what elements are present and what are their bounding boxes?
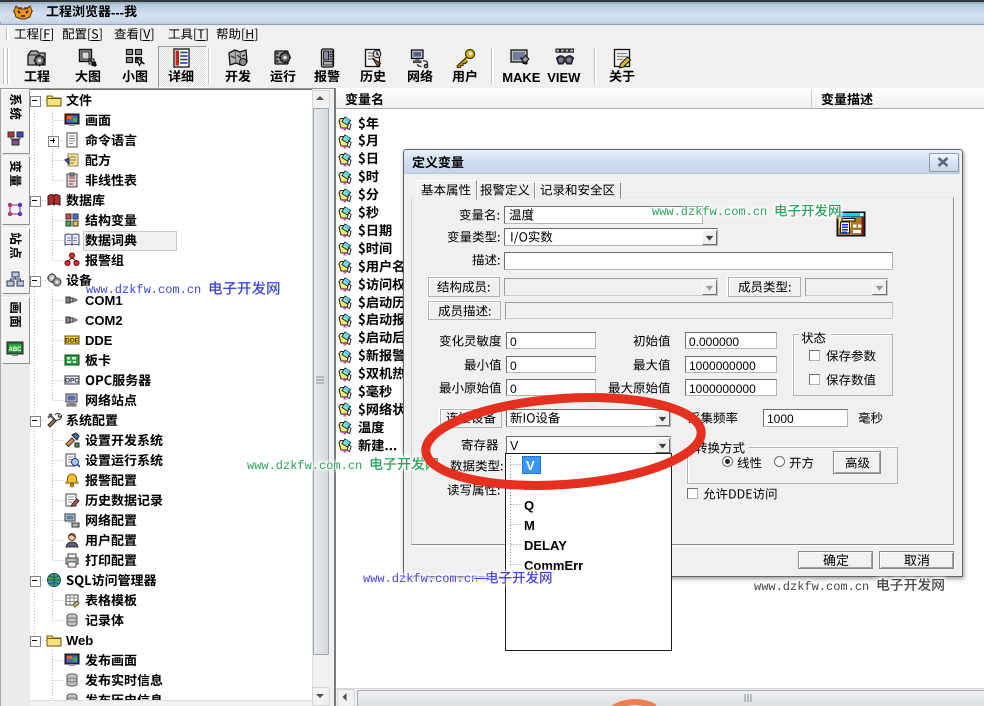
- svg-text:OPC: OPC: [65, 378, 79, 385]
- svg-text:ABC: ABC: [9, 347, 23, 353]
- svg-text:DDE: DDE: [65, 338, 79, 345]
